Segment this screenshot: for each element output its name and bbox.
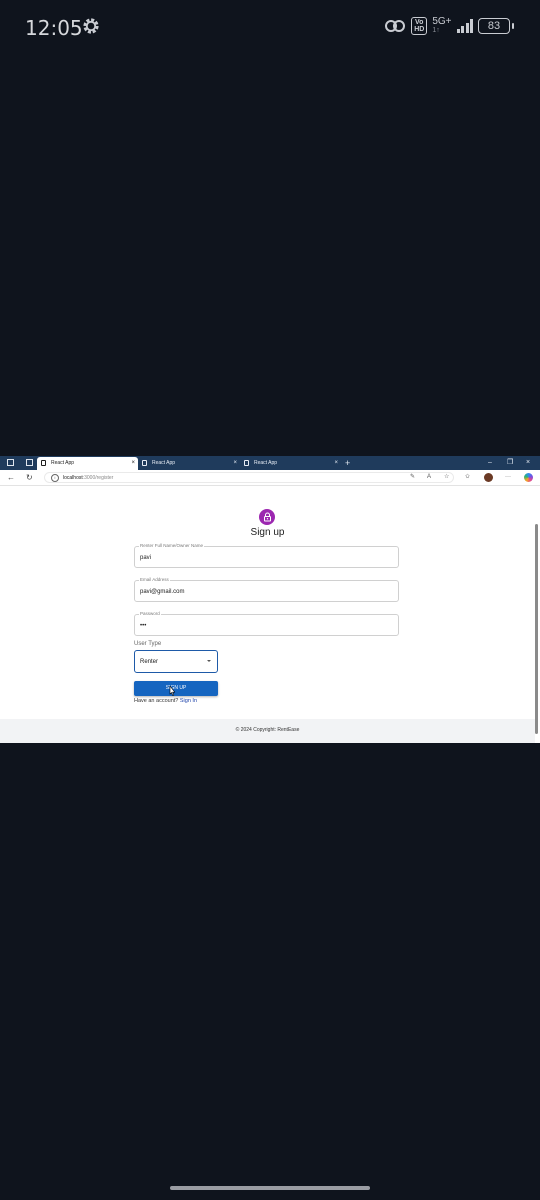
- mouse-pointer-icon: [169, 686, 175, 696]
- status-bar: 12:05 Vo HD 5G+ 1↑ 83: [0, 0, 540, 54]
- new-tab-button[interactable]: +: [345, 456, 350, 470]
- full-name-value: pavi: [140, 555, 152, 561]
- read-aloud-icon[interactable]: A: [427, 473, 431, 482]
- url-text: localhost:3000/register: [63, 474, 113, 482]
- email-value: pavi@gmail.com: [140, 589, 185, 595]
- edit-icon[interactable]: ✎: [410, 473, 415, 482]
- tab-react-app-1[interactable]: React App ×: [37, 457, 138, 470]
- password-label: Password: [139, 611, 161, 617]
- url-field[interactable]: i localhost:3000/register: [44, 472, 454, 483]
- user-type-select[interactable]: Renter: [134, 650, 218, 673]
- signup-page: Sign up Renter Full Name/Owner Name pavi…: [0, 486, 535, 743]
- home-indicator[interactable]: [170, 1186, 370, 1190]
- link-icon: [385, 20, 406, 32]
- back-arrow-icon[interactable]: ←: [7, 472, 15, 483]
- volte-icon: Vo HD: [411, 17, 428, 35]
- signin-link[interactable]: Sign In: [180, 698, 197, 704]
- more-menu-icon[interactable]: ···: [505, 473, 511, 482]
- restore-button[interactable]: ❐: [507, 456, 513, 470]
- tab-react-app-2[interactable]: React App ×: [138, 457, 240, 470]
- full-name-field[interactable]: Renter Full Name/Owner Name pavi: [134, 543, 399, 568]
- tab-bar: React App × React App × React App × + – …: [0, 456, 540, 470]
- network-indicator: 5G+ 1↑: [432, 17, 451, 35]
- network-type: 5G+: [432, 16, 452, 27]
- battery-level: 83: [487, 20, 501, 32]
- volte-top: Vo: [415, 19, 424, 26]
- tab-react-app-3[interactable]: React App ×: [240, 457, 341, 470]
- email-field[interactable]: Email Address pavi@gmail.com: [134, 577, 399, 602]
- user-type-value: Renter: [140, 659, 159, 665]
- workspaces-icon[interactable]: [7, 459, 14, 466]
- tab-title: React App: [152, 460, 176, 466]
- profile-avatar[interactable]: [484, 473, 493, 482]
- footer: © 2024 Copyright: RentEase: [0, 719, 535, 743]
- favorites-icon[interactable]: ✩: [465, 473, 470, 482]
- signal-icon: [456, 19, 473, 33]
- address-bar: ← ↻ i localhost:3000/register ✎ A ☆ ✩ ··…: [0, 470, 540, 486]
- site-info-icon[interactable]: i: [51, 474, 59, 482]
- copilot-icon[interactable]: [524, 473, 533, 482]
- have-account-label: Have an account?: [134, 698, 179, 704]
- full-name-label: Renter Full Name/Owner Name: [139, 543, 205, 549]
- tab-title: React App: [254, 460, 278, 466]
- lock-avatar: [259, 509, 275, 525]
- page-icon: [244, 460, 249, 466]
- gear-icon: [83, 18, 99, 34]
- dropdown-arrow-icon: [207, 660, 211, 662]
- browser-window: React App × React App × React App × + – …: [0, 456, 540, 743]
- copyright-text: © 2024 Copyright: RentEase: [235, 727, 300, 733]
- refresh-icon[interactable]: ↻: [26, 472, 33, 483]
- scrollbar-thumb[interactable]: [535, 524, 538, 734]
- close-tab-icon[interactable]: ×: [131, 457, 135, 469]
- page-icon: [41, 460, 46, 466]
- close-tab-icon[interactable]: ×: [233, 457, 237, 469]
- status-time: 12:05: [25, 16, 83, 40]
- page-icon: [142, 460, 147, 466]
- password-value: •••: [140, 623, 147, 629]
- page-title: Sign up: [250, 527, 285, 538]
- url-host: localhost: [63, 475, 83, 481]
- url-path: :3000/register: [82, 475, 114, 481]
- scrollbar[interactable]: [535, 490, 538, 740]
- signup-button[interactable]: SIGN UP: [134, 681, 218, 696]
- close-window-button[interactable]: ×: [526, 456, 530, 470]
- lock-icon: [263, 512, 271, 522]
- tab-actions-icon[interactable]: [26, 459, 33, 466]
- minimize-button[interactable]: –: [488, 456, 492, 470]
- favorite-star-icon[interactable]: ☆: [444, 473, 449, 482]
- volte-bottom: HD: [414, 26, 425, 33]
- have-account-text: Have an account? Sign In: [134, 697, 197, 705]
- password-field[interactable]: Password •••: [134, 611, 399, 636]
- battery-icon: 83: [478, 18, 514, 34]
- tab-title: React App: [51, 460, 75, 466]
- network-sub: 1↑: [432, 27, 440, 34]
- email-label: Email Address: [139, 577, 170, 583]
- close-tab-icon[interactable]: ×: [334, 457, 338, 469]
- user-type-label: User Type: [134, 641, 162, 647]
